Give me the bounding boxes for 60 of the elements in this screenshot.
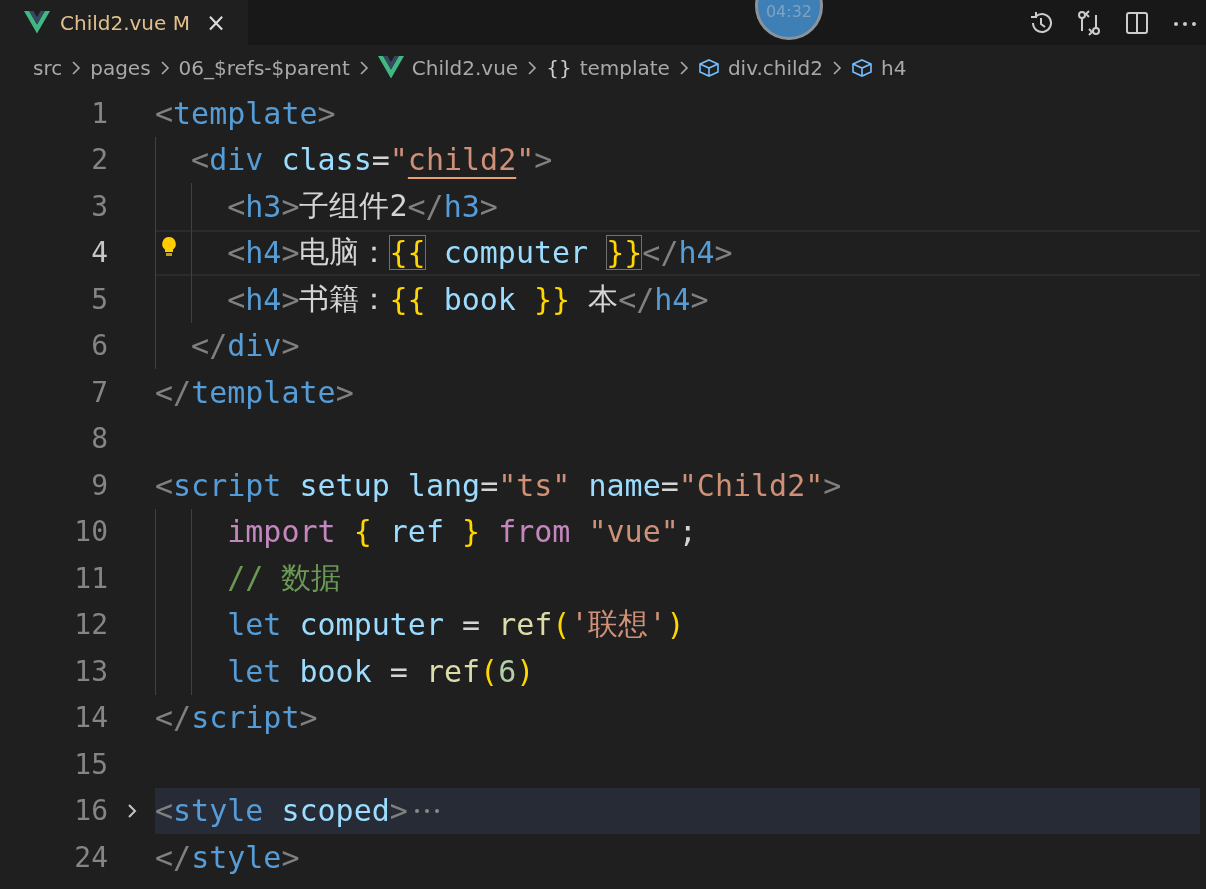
code-line: <script setup lang="ts" name="Child2">	[155, 467, 842, 503]
vue-logo-icon	[24, 11, 50, 34]
breadcrumb-item[interactable]: Child2.vue	[411, 55, 519, 80]
code-line: </template>	[155, 374, 354, 410]
chevron-icon[interactable]	[125, 801, 138, 820]
vue-logo-icon	[377, 56, 404, 79]
code-line: let computer = ref('联想')	[155, 601, 685, 648]
line-number: 13	[73, 654, 108, 688]
chevron-icon	[70, 58, 83, 77]
braces-icon: {}	[546, 55, 572, 80]
line-number: 7	[90, 375, 108, 409]
history-icon[interactable]	[1028, 9, 1054, 36]
code-line: import { ref } from "vue";	[155, 508, 697, 555]
split-editor-icon[interactable]	[1124, 9, 1150, 36]
line-number: 2	[90, 143, 108, 177]
code-line: <h4>书籍：{{ book }} 本</h4>	[155, 276, 709, 323]
code-line: <h3>子组件2</h3>	[155, 183, 498, 230]
code-line: // 数据	[155, 555, 342, 602]
breadcrumb-item[interactable]: pages	[90, 55, 151, 80]
line-number: 24	[73, 840, 108, 874]
line-number: 11	[73, 561, 108, 595]
code-line: </style>	[155, 839, 300, 875]
cube-icon	[851, 57, 874, 78]
line-number: 4	[90, 236, 108, 270]
chevron-icon	[677, 58, 690, 77]
breadcrumb-item[interactable]: template	[579, 55, 670, 80]
line-number: 12	[73, 608, 108, 642]
line-number: 3	[90, 189, 108, 223]
line-number: 6	[90, 329, 108, 363]
line-number: 9	[90, 468, 108, 502]
breadcrumb-item[interactable]: src	[33, 55, 63, 80]
tab-title: Child2.vue M	[60, 10, 190, 35]
code-line: </script>	[155, 700, 318, 736]
chevron-icon	[357, 58, 370, 77]
ellipsis-icon[interactable]	[413, 806, 440, 815]
line-number: 14	[73, 701, 108, 735]
breadcrumb-item[interactable]: h4	[881, 55, 907, 80]
code-line: <template>	[155, 95, 336, 131]
breadcrumb-item[interactable]: 06_$refs-$parent	[178, 55, 350, 80]
code-line: <h4>电脑：{{ computer }}</h4>	[155, 229, 733, 276]
breadcrumb-item[interactable]: div.child2	[727, 55, 824, 80]
line-number: 8	[90, 422, 108, 456]
editor-tab[interactable]: Child2.vue M ×	[0, 0, 249, 45]
chevron-icon	[158, 58, 171, 77]
line-number: 10	[73, 515, 108, 549]
code-line: <style scoped>	[155, 793, 408, 829]
line-number: 5	[90, 282, 108, 316]
code-line: let book = ref(6)	[155, 648, 535, 695]
chevron-icon	[526, 58, 539, 77]
timer-badge: 04:32	[755, 0, 823, 40]
code-line: <div class="child2">	[155, 136, 553, 183]
code-line: </div>	[155, 322, 300, 369]
cube-icon	[697, 57, 720, 78]
line-number: 1	[90, 96, 108, 130]
compare-changes-icon[interactable]	[1076, 9, 1102, 36]
close-icon[interactable]: ×	[205, 8, 227, 37]
lightbulb-icon[interactable]	[161, 235, 177, 258]
line-number: 15	[73, 747, 108, 781]
line-number: 16	[73, 794, 108, 828]
chevron-icon	[831, 58, 844, 77]
